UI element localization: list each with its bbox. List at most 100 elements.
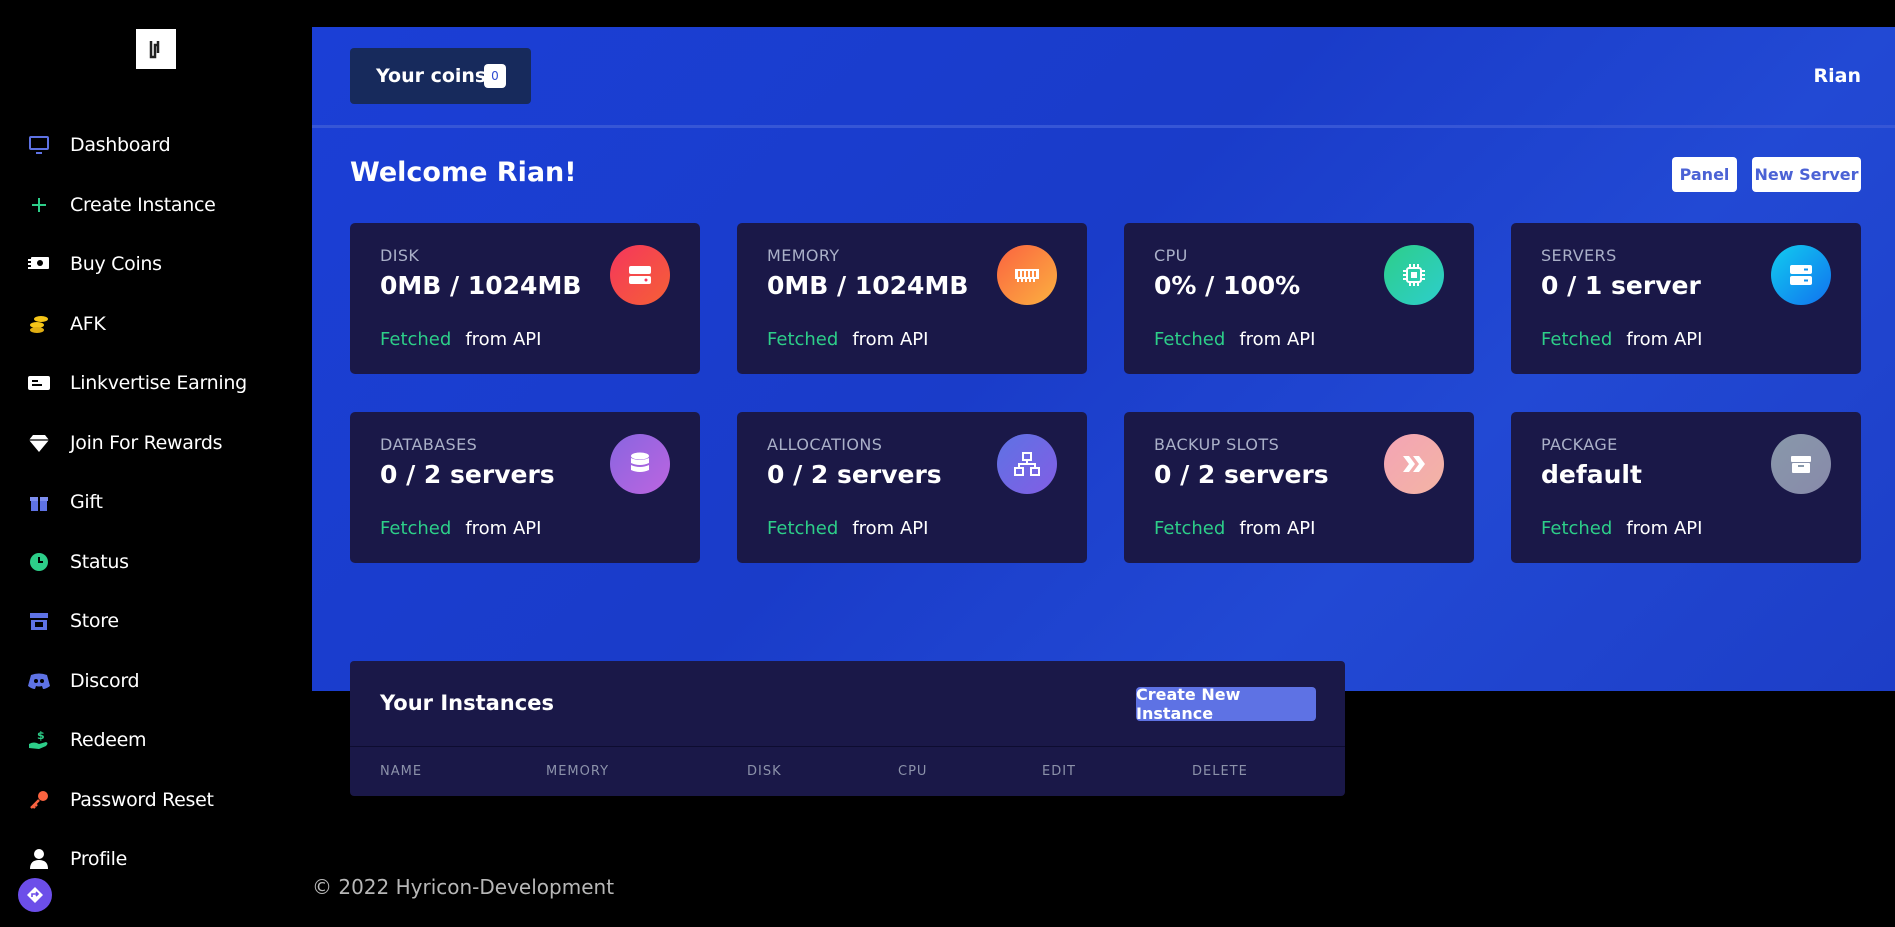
stat-card-allocations: ALLOCATIONS 0 / 2 servers Fetched from AP… [737, 412, 1087, 563]
column-header-memory[interactable]: MEMORY [546, 764, 609, 779]
cash-icon [27, 252, 51, 276]
sidebar-item-label: Buy Coins [70, 253, 162, 275]
instances-panel: Your Instances Create New Instance NAME … [350, 661, 1345, 796]
help-button[interactable] [18, 878, 52, 912]
card-footer: Fetched from API [767, 329, 928, 350]
sidebar-item-afk[interactable]: AFK [0, 304, 312, 344]
card-title: ALLOCATIONS [767, 435, 883, 454]
fetched-label: Fetched [1541, 518, 1613, 539]
from-label: from [1626, 518, 1669, 539]
card-title: MEMORY [767, 246, 840, 265]
column-header-edit[interactable]: EDIT [1042, 764, 1076, 779]
sidebar-item-label: AFK [70, 313, 106, 335]
stat-card-backup-slots: BACKUP SLOTS 0 / 2 servers Fetched from A… [1124, 412, 1474, 563]
brand-logo[interactable] [136, 29, 176, 69]
api-label: API [899, 329, 929, 350]
card-footer: Fetched from API [1154, 518, 1315, 539]
sidebar-item-discord[interactable]: Discord [0, 661, 312, 701]
memory-icon [997, 245, 1057, 305]
sidebar-item-redeem[interactable]: $ Redeem [0, 720, 312, 760]
diamond-icon [27, 431, 51, 455]
sidebar-item-label: Status [70, 551, 129, 573]
clock-icon [27, 550, 51, 574]
sidebar-item-label: Password Reset [70, 789, 214, 811]
card-value: 0 / 2 servers [767, 460, 942, 489]
instances-title: Your Instances [380, 691, 554, 715]
monitor-icon [27, 133, 51, 157]
sidebar-item-label: Profile [70, 848, 127, 870]
stat-card-servers: SERVERS 0 / 1 server Fetched from API [1511, 223, 1861, 374]
coins-count-badge: 0 [484, 64, 506, 88]
from-label: from [852, 518, 895, 539]
sidebar-item-dashboard[interactable]: Dashboard [0, 125, 312, 165]
sidebar-item-create-instance[interactable]: Create Instance [0, 185, 312, 225]
fetched-label: Fetched [1541, 329, 1613, 350]
card-value: 0 / 2 servers [380, 460, 555, 489]
cpu-icon [1384, 245, 1444, 305]
gift-icon [27, 490, 51, 514]
from-label: from [1239, 329, 1282, 350]
fetched-label: Fetched [1154, 329, 1226, 350]
from-label: from [465, 329, 508, 350]
backup-icon [1384, 434, 1444, 494]
database-icon [610, 434, 670, 494]
sidebar-item-status[interactable]: Status [0, 542, 312, 582]
card-footer: Fetched from API [380, 518, 541, 539]
api-label: API [1286, 329, 1316, 350]
key-icon [27, 788, 51, 812]
stat-card-disk: DISK 0MB / 1024MB Fetched from API [350, 223, 700, 374]
fetched-label: Fetched [1154, 518, 1226, 539]
api-label: API [1673, 518, 1703, 539]
stat-card-package: PACKAGE default Fetched from API [1511, 412, 1861, 563]
column-header-disk[interactable]: DISK [747, 764, 782, 779]
api-label: API [899, 518, 929, 539]
top-bar: Your coins 0 Rian [312, 27, 1895, 128]
sidebar-item-label: Store [70, 610, 119, 632]
panel-button[interactable]: Panel [1672, 157, 1737, 192]
sidebar-item-password-reset[interactable]: Password Reset [0, 780, 312, 820]
hand-money-icon: $ [27, 728, 51, 752]
column-header-name[interactable]: NAME [380, 764, 422, 779]
sidebar-item-store[interactable]: Store [0, 601, 312, 641]
api-label: API [1286, 518, 1316, 539]
coins-button[interactable]: Your coins 0 [350, 48, 531, 104]
plus-icon [27, 193, 51, 217]
coins-icon [27, 312, 51, 336]
api-label: API [1673, 329, 1703, 350]
server-icon [1771, 245, 1831, 305]
create-new-instance-button[interactable]: Create New Instance [1136, 685, 1316, 723]
fetched-label: Fetched [380, 329, 452, 350]
sidebar-item-label: Gift [70, 491, 103, 513]
sidebar-item-gift[interactable]: Gift [0, 482, 312, 522]
card-value: 0 / 2 servers [1154, 460, 1329, 489]
stat-card-cpu: CPU 0% / 100% Fetched from API [1124, 223, 1474, 374]
table-header: NAME MEMORY DISK CPU EDIT DELETE [350, 746, 1345, 797]
diamond-turn-icon [27, 887, 43, 903]
api-label: API [512, 518, 542, 539]
sidebar-item-label: Redeem [70, 729, 147, 751]
card-value: 0% / 100% [1154, 271, 1301, 300]
id-card-icon [27, 371, 51, 395]
card-value: 0 / 1 server [1541, 271, 1701, 300]
card-title: DATABASES [380, 435, 478, 454]
new-server-button[interactable]: New Server [1752, 157, 1861, 192]
user-name[interactable]: Rian [1814, 65, 1862, 87]
column-header-cpu[interactable]: CPU [898, 764, 927, 779]
card-value: 0MB / 1024MB [380, 271, 582, 300]
sidebar-item-linkvertise[interactable]: Linkvertise Earning [0, 363, 312, 403]
fetched-label: Fetched [767, 518, 839, 539]
discord-icon [27, 669, 51, 693]
card-title: DISK [380, 246, 420, 265]
svg-text:$: $ [37, 729, 45, 742]
sidebar-item-buy-coins[interactable]: Buy Coins [0, 244, 312, 284]
user-icon [27, 847, 51, 871]
sidebar-item-label: Discord [70, 670, 140, 692]
page-title: Welcome Rian! [350, 157, 577, 188]
card-footer: Fetched from API [1541, 329, 1702, 350]
card-value: 0MB / 1024MB [767, 271, 969, 300]
card-footer: Fetched from API [1541, 518, 1702, 539]
sidebar-item-profile[interactable]: Profile [0, 839, 312, 879]
column-header-delete[interactable]: DELETE [1192, 764, 1248, 779]
card-title: BACKUP SLOTS [1154, 435, 1280, 454]
sidebar-item-join-rewards[interactable]: Join For Rewards [0, 423, 312, 463]
